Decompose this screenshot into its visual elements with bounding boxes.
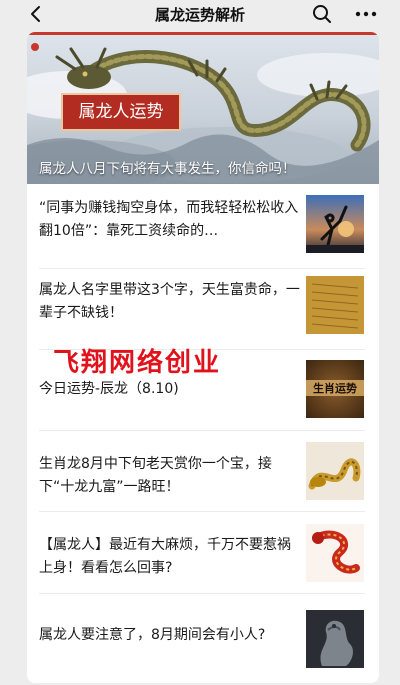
banner-caption: 属龙人八月下旬将有大事发生，你信命吗！: [39, 161, 296, 177]
dancer-silhouette-thumbnail: [306, 195, 364, 253]
golden-dragon-thumbnail: [306, 442, 364, 500]
article-item[interactable]: 【属龙人】最近有大麻烦，千万不要惹祸上身！看看怎么回事?: [27, 512, 379, 592]
featured-banner[interactable]: 属龙人运势 属龙人八月下旬将有大事发生，你信命吗！: [27, 32, 379, 184]
article-title: 【属龙人】最近有大麻烦，千万不要惹祸上身！看看怎么回事?: [39, 537, 291, 576]
watermark-text: 飞翔网络创业: [53, 348, 222, 378]
search-icon[interactable]: [311, 3, 333, 25]
golden-scroll-thumbnail: [306, 276, 364, 334]
page-title: 属龙运势解析: [154, 6, 245, 24]
banner-tag: 属龙人运势: [61, 93, 181, 131]
article-item[interactable]: 生肖龙8月中下旬老天赏你一个宝，接下“十龙九富”一路旺！: [27, 431, 379, 511]
zodiac-fortune-thumbnail: 生肖运势: [306, 360, 364, 418]
nav-bar: 属龙运势解析: [0, 0, 400, 30]
article-title: “同事为赚钱掏空身体，而我轻轻松松收入翻10倍”：靠死工资续命的…: [39, 200, 299, 239]
article-item[interactable]: “同事为赚钱掏空身体，而我轻轻松松收入翻10倍”：靠死工资续命的…: [27, 187, 379, 267]
article-title: 属龙人名字里带这3个字，天生富贵命，一辈子不缺钱！: [39, 282, 300, 321]
stone-dragon-thumbnail: [306, 610, 364, 668]
article-item[interactable]: 属龙人要注意了，8月期间会有小人?: [27, 594, 379, 674]
zodiac-fortune-label: 生肖运势: [306, 380, 364, 396]
red-dragon-thumbnail: [306, 524, 364, 582]
article-title: 生肖龙8月中下旬老天赏你一个宝，接下“十龙九富”一路旺！: [39, 456, 272, 495]
article-title: 今日运势-辰龙（8.10): [39, 381, 179, 397]
article-item[interactable]: 属龙人名字里带这3个字，天生富贵命，一辈子不缺钱！: [27, 269, 379, 349]
more-menu-icon[interactable]: [354, 3, 378, 25]
article-title: 属龙人要注意了，8月期间会有小人?: [39, 627, 266, 643]
